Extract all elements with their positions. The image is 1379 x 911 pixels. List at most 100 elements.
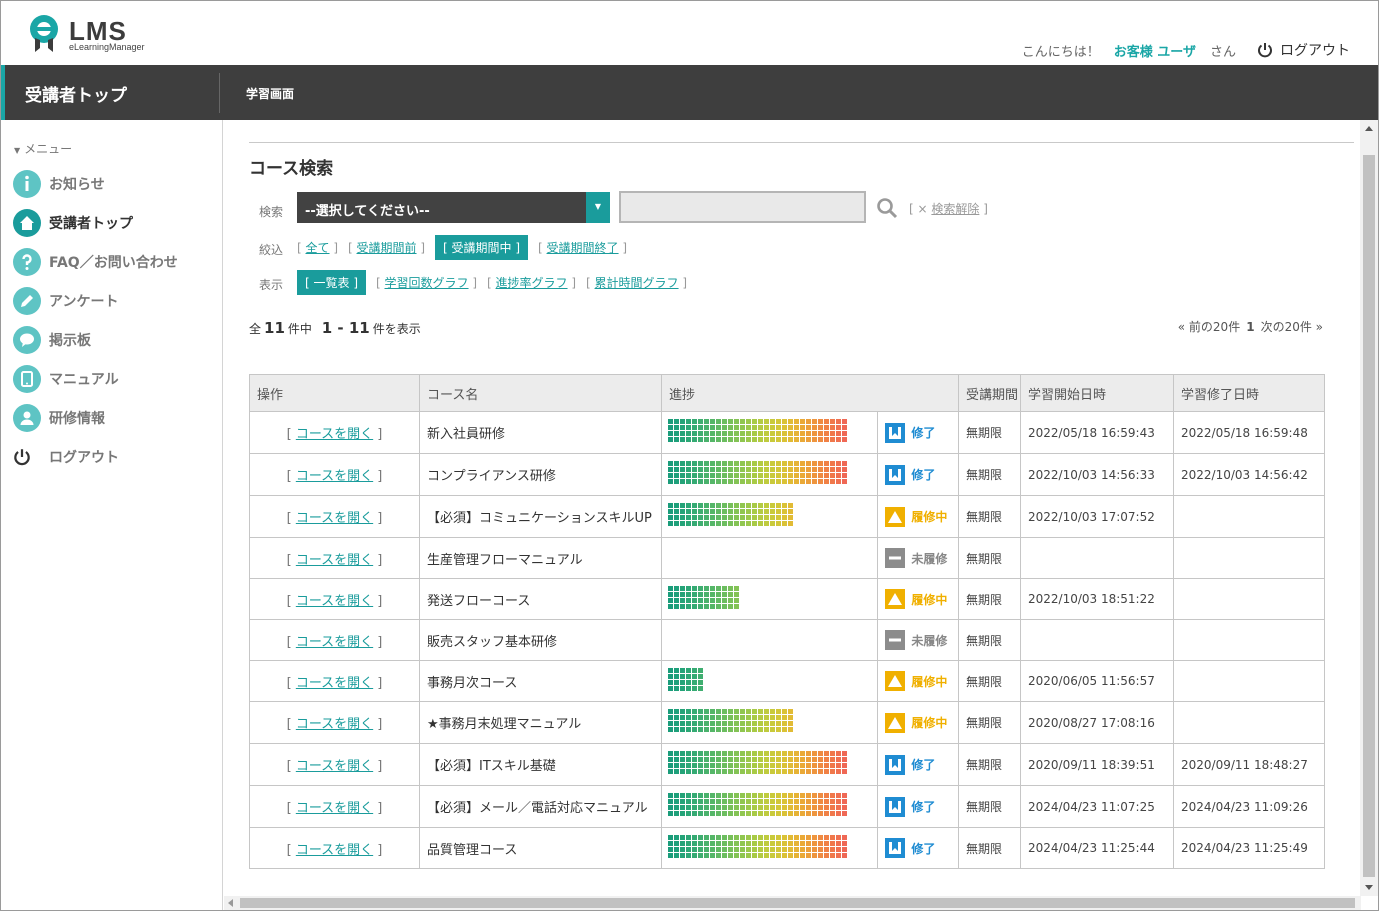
pager-prev[interactable]: « 前の20件 xyxy=(1178,320,1240,334)
progress-cell xyxy=(758,709,763,714)
pager-current: 1 xyxy=(1246,320,1255,334)
start-datetime: 2022/10/03 14:56:33 xyxy=(1020,453,1174,496)
view-list[interactable]: [ 一覧表 ] xyxy=(297,270,367,295)
open-course-link[interactable]: コースを開く xyxy=(296,717,373,732)
open-course-link[interactable]: コースを開く xyxy=(296,553,373,568)
scroll-left-icon[interactable] xyxy=(228,899,233,907)
progress-cell xyxy=(752,467,757,472)
progress-cell xyxy=(722,751,727,756)
search-input[interactable] xyxy=(619,191,866,223)
scroll-down-icon[interactable] xyxy=(1365,885,1373,890)
end-datetime: 2022/10/03 14:56:42 xyxy=(1173,453,1325,496)
progress-cell xyxy=(824,805,829,810)
clear-search-link[interactable]: 検索解除 xyxy=(931,202,979,216)
progress-cell xyxy=(836,461,841,466)
progress-cell xyxy=(704,805,709,810)
open-course-link[interactable]: コースを開く xyxy=(296,594,373,609)
progress-cell xyxy=(716,509,721,514)
progress-cell xyxy=(746,715,751,720)
lms-logo[interactable]: LMS eLearningManager xyxy=(27,14,157,56)
view-progress-graph-link[interactable]: 進捗率グラフ xyxy=(496,276,568,290)
filter-before-link[interactable]: 受講期間前 xyxy=(357,241,417,255)
progress-cell xyxy=(722,419,727,424)
progress-cell xyxy=(746,437,751,442)
course-category-select[interactable]: --選択してください-- ▼ xyxy=(297,192,610,223)
table-row: [ コースを開く ] 品質管理コース 修了 無期限 2024/04/23 11:25:4… xyxy=(249,827,1325,869)
progress-cell xyxy=(794,769,799,774)
sidebar-item-top[interactable]: 受講者トップ xyxy=(13,208,133,238)
course-table: 操作 コース名 進捗 受講期間 学習開始日時 学習修了日時 [ コースを開く ]… xyxy=(249,374,1325,869)
result-count: 全 11 件中 1 - 11 件を表示 xyxy=(249,319,421,337)
menu-title[interactable]: ▼ メニュー xyxy=(14,140,72,157)
view-label: 表示 xyxy=(259,278,284,292)
open-course-link[interactable]: コースを開く xyxy=(296,511,373,526)
sidebar-item-board[interactable]: 掲示板 xyxy=(13,325,91,355)
progress-cell xyxy=(842,799,847,804)
table-header-row: 操作 コース名 進捗 受講期間 学習開始日時 学習修了日時 xyxy=(249,374,1325,412)
progress-cell xyxy=(692,419,697,424)
progress-cell xyxy=(728,751,733,756)
search-icon[interactable] xyxy=(876,197,898,219)
sidebar-item-label: お知らせ xyxy=(49,177,105,193)
scroll-thumb[interactable] xyxy=(1363,155,1375,877)
course-name: コンプライアンス研修 xyxy=(419,453,662,496)
filter-all-link[interactable]: 全て xyxy=(306,241,330,255)
progress-cell xyxy=(686,799,691,804)
progress-cell xyxy=(782,419,787,424)
filter-ended-link[interactable]: 受講期間終了 xyxy=(547,241,619,255)
progress-cell xyxy=(680,852,685,858)
progress-bar-graphic xyxy=(668,503,793,526)
question-icon xyxy=(13,248,41,276)
logout-link[interactable]: ログアウト xyxy=(1256,40,1350,60)
open-course-link[interactable]: コースを開く xyxy=(296,759,373,774)
sidebar-item-manual[interactable]: マニュアル xyxy=(13,364,119,394)
progress-cell xyxy=(710,715,715,720)
scroll-thumb[interactable] xyxy=(240,898,1355,908)
horizontal-scrollbar[interactable] xyxy=(224,896,1361,910)
progress-cell xyxy=(674,727,679,732)
sidebar-item-logout[interactable]: ログアウト xyxy=(13,442,119,472)
open-course-link[interactable]: コースを開く xyxy=(296,427,373,442)
progress-cell xyxy=(812,769,817,774)
progress-cell xyxy=(728,437,733,442)
progress-cell xyxy=(716,846,721,852)
view-count-graph-link[interactable]: 学習回数グラフ xyxy=(385,276,469,290)
sidebar-item-survey[interactable]: アンケート xyxy=(13,286,118,316)
progress-cell xyxy=(836,763,841,768)
sidebar-item-news[interactable]: お知らせ xyxy=(13,169,105,199)
progress-cell xyxy=(680,834,685,840)
progress-cell xyxy=(818,834,823,840)
progress-cell xyxy=(740,805,745,810)
progress-cell xyxy=(842,805,847,810)
nav-home-link[interactable]: 受講者トップ xyxy=(25,81,127,106)
sidebar-item-faq[interactable]: FAQ／お問い合わせ xyxy=(13,247,178,277)
table-row: [ コースを開く ] 【必須】ITスキル基礎 修了 無期限 2020/09/11 18:… xyxy=(249,743,1325,786)
sidebar-item-training[interactable]: 研修情報 xyxy=(13,403,105,433)
open-course-link[interactable]: コースを開く xyxy=(296,635,373,650)
progress-cell xyxy=(782,763,787,768)
open-course-link[interactable]: コースを開く xyxy=(296,469,373,484)
pager-next[interactable]: 次の20件 » xyxy=(1261,320,1323,334)
progress-cell xyxy=(668,509,673,514)
scroll-up-icon[interactable] xyxy=(1365,126,1373,131)
progress-cell xyxy=(704,591,709,597)
open-course-link[interactable]: コースを開く xyxy=(296,676,373,691)
progress-bar-cell xyxy=(660,785,879,828)
progress-cell xyxy=(740,515,745,520)
progress-cell xyxy=(800,419,805,424)
vertical-scrollbar[interactable] xyxy=(1360,120,1378,896)
progress-cell xyxy=(668,503,673,508)
user-suffix: さん xyxy=(1209,44,1236,60)
progress-cell xyxy=(836,425,841,430)
progress-cell xyxy=(686,685,691,691)
open-course-link[interactable]: コースを開く xyxy=(296,843,373,858)
view-time-graph-link[interactable]: 累計時間グラフ xyxy=(595,276,679,290)
open-course-link[interactable]: コースを開く xyxy=(296,801,373,816)
filter-active-period[interactable]: [ 受講期間中 ] xyxy=(435,235,529,260)
progress-cell xyxy=(692,591,697,597)
status-icon xyxy=(885,422,906,443)
progress-cell xyxy=(776,852,781,858)
progress-cell xyxy=(830,425,835,430)
progress-cell xyxy=(728,757,733,762)
progress-cell xyxy=(710,437,715,442)
